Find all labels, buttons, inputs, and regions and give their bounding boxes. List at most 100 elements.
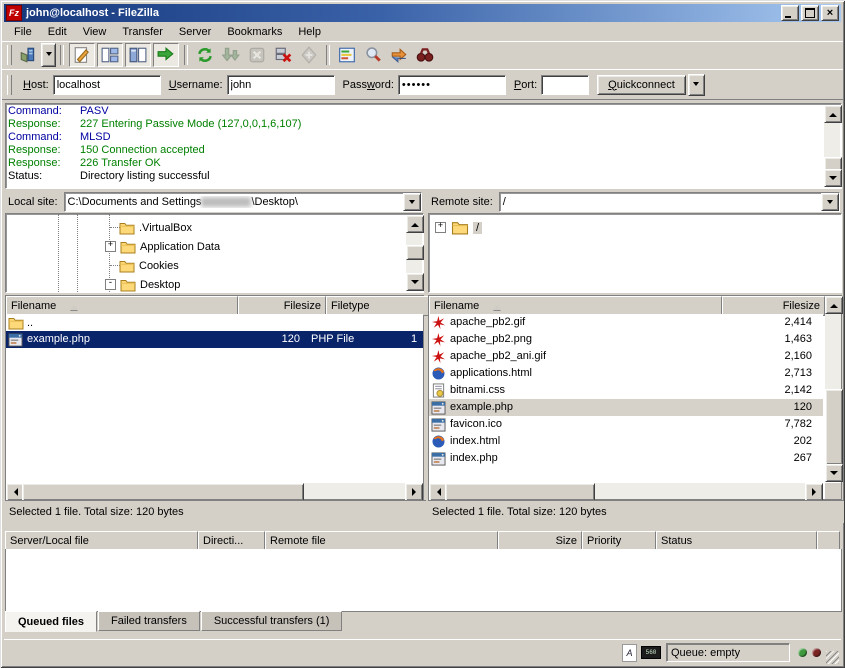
tree-item-virtualbox[interactable]: .VirtualBox [119,218,192,237]
minimize-button[interactable] [781,5,799,21]
menu-server[interactable]: Server [171,24,219,40]
remote-tree-icon [129,46,147,64]
menu-view[interactable]: View [75,24,115,40]
transfer-type-icon[interactable]: A [622,644,637,662]
scroll-up-button[interactable] [825,296,843,314]
html-file-icon [431,366,446,381]
local-site-combo[interactable]: C:\Documents and Settings\Desktop\ [64,192,422,212]
remote-horizontal-scrollbar[interactable] [429,483,823,499]
find-files-button[interactable] [413,44,437,66]
scroll-right-button[interactable] [805,483,823,501]
column-header-size[interactable]: Size [498,531,582,551]
tree-item-root[interactable]: + / [435,218,482,237]
collapse-icon[interactable]: - [105,279,116,290]
scrollbar-thumb[interactable] [825,389,843,465]
directory-comparison-button[interactable] [361,44,385,66]
quickconnect-dropdown[interactable] [688,74,705,96]
column-header-status[interactable]: Status [656,531,817,551]
toggle-message-log-button[interactable] [69,43,95,67]
process-queue-button[interactable] [219,44,243,66]
file-row-bitnami-css[interactable]: bitnami.css 2,142 [429,382,823,399]
host-label: Host: [23,79,49,91]
local-tree-scrollbar[interactable] [406,215,422,291]
column-header-filetype[interactable]: Filetype [326,296,439,316]
file-row-favicon-ico[interactable]: favicon.ico 7,782 [429,416,823,433]
file-row-apache-pb2-gif[interactable]: apache_pb2.gif 2,414 [429,314,823,331]
column-header-filesize[interactable]: Filesize [238,296,326,316]
menu-bookmarks[interactable]: Bookmarks [219,24,290,40]
remote-list-header: Filename Filesize [429,296,825,314]
menu-edit[interactable]: Edit [40,24,75,40]
scrollbar-thumb[interactable] [22,483,304,501]
column-header-filename[interactable]: Filename [6,296,238,316]
close-button[interactable]: × [821,5,839,21]
php-file-icon [431,452,446,466]
local-horizontal-scrollbar[interactable] [6,483,423,499]
column-header-server-local-file[interactable]: Server/Local file [5,531,198,551]
password-input[interactable] [398,75,506,95]
php-file-icon [8,333,23,347]
site-manager-dropdown[interactable] [41,43,56,67]
site-manager-button[interactable] [16,44,40,66]
expand-icon[interactable]: + [105,241,116,252]
menu-help[interactable]: Help [290,24,329,40]
column-header-priority[interactable]: Priority [582,531,656,551]
arrow-left-icon [10,488,18,496]
local-site-label: Local site: [5,196,64,208]
host-input[interactable] [53,75,161,95]
expand-icon[interactable]: + [435,222,446,233]
remote-vertical-scrollbar[interactable] [825,296,841,482]
file-row-example-php[interactable]: example.php 120 [429,399,823,416]
folder-icon [8,316,24,330]
reconnect-button[interactable] [297,44,321,66]
scroll-right-button[interactable] [405,483,423,501]
scroll-down-button[interactable] [824,169,842,187]
cancel-button[interactable] [245,44,269,66]
refresh-button[interactable] [193,44,217,66]
log-scrollbar[interactable] [824,105,840,187]
scroll-down-button[interactable] [406,273,424,291]
port-input[interactable] [541,75,589,95]
file-row-apache-pb2-png[interactable]: apache_pb2.png 1,463 [429,331,823,348]
local-site-dropdown[interactable] [403,193,421,211]
maximize-button[interactable] [801,5,819,21]
scroll-down-button[interactable] [825,464,843,482]
column-header-filename[interactable]: Filename [429,296,722,316]
file-row-example-php[interactable]: example.php 120 PHP File 1 [6,331,423,348]
filter-button[interactable] [335,44,359,66]
scroll-up-button[interactable] [406,215,424,233]
scroll-up-button[interactable] [824,105,842,123]
quickconnect-button[interactable]: Quickconnect [597,75,686,95]
tree-item-application-data[interactable]: + Application Data [105,237,220,256]
file-row-apache-pb2-ani-gif[interactable]: apache_pb2_ani.gif 2,160 [429,348,823,365]
toggle-remote-tree-button[interactable] [125,43,151,67]
username-input[interactable] [227,75,335,95]
tab-failed-transfers[interactable]: Failed transfers [98,611,200,631]
column-header-filesize[interactable]: Filesize [722,296,825,316]
toggle-local-tree-button[interactable] [97,43,123,67]
column-header-direction[interactable]: Directi... [198,531,265,551]
tree-item-desktop[interactable]: - Desktop [105,275,180,294]
file-row-applications-html[interactable]: applications.html 2,713 [429,365,823,382]
file-row-parent-dir[interactable]: .. [6,314,423,331]
remote-site-dropdown[interactable] [821,193,839,211]
tab-successful-transfers[interactable]: Successful transfers (1) [201,611,343,631]
menu-transfer[interactable]: Transfer [114,24,171,40]
file-row-index-html[interactable]: index.html 202 [429,433,823,450]
speed-limit-icon[interactable]: 560 [641,646,661,659]
scrollbar-thumb[interactable] [445,483,595,501]
tree-item-cookies[interactable]: Cookies [119,256,179,275]
column-header-remote-file[interactable]: Remote file [265,531,498,551]
resize-grip[interactable] [826,651,839,664]
scrollbar-thumb[interactable] [406,245,424,260]
arrow-up-icon [830,300,838,308]
toggle-queue-button[interactable] [153,43,179,67]
arrow-down-icon [829,176,837,184]
title-bar[interactable]: Fz john@localhost - FileZilla × [4,4,841,22]
tab-queued-files[interactable]: Queued files [5,611,97,632]
synchronized-browsing-button[interactable] [387,44,411,66]
disconnect-button[interactable] [271,44,295,66]
file-row-index-php[interactable]: index.php 267 [429,450,823,467]
menu-file[interactable]: File [6,24,40,40]
remote-site-combo[interactable]: / [499,192,840,212]
